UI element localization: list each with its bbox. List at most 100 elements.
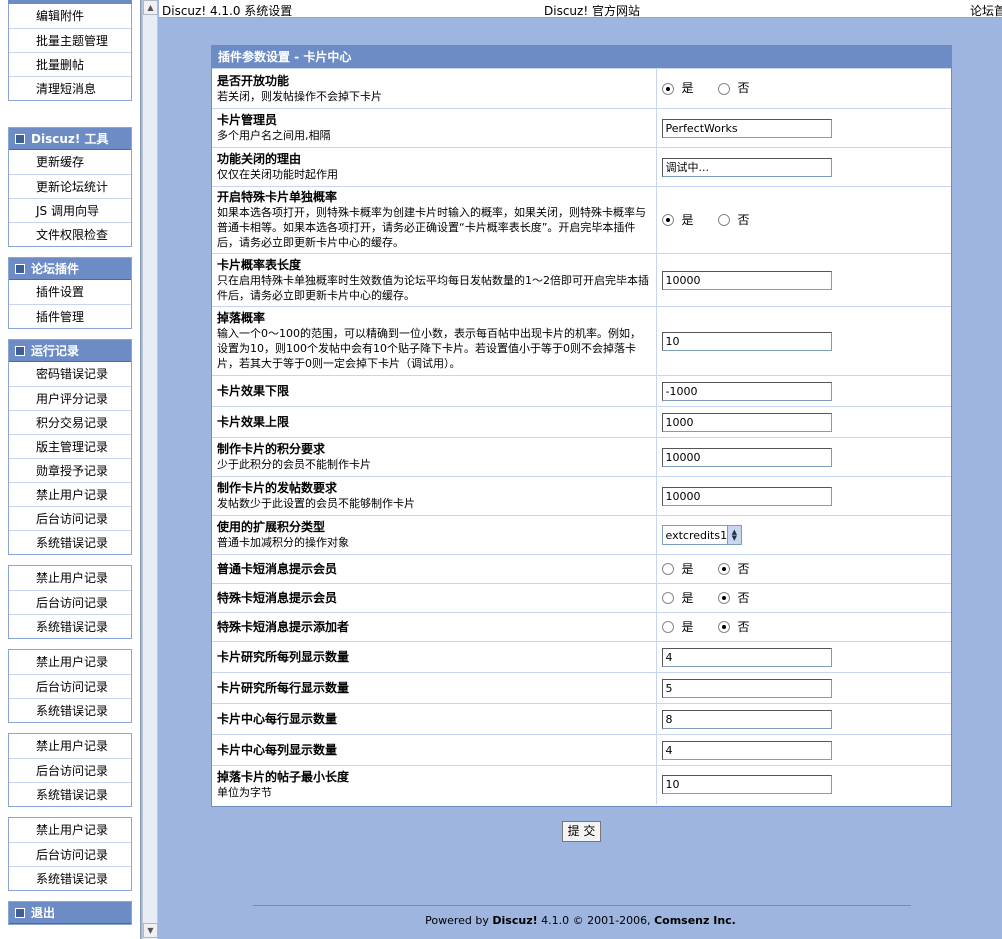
radio-yes[interactable]: 是 xyxy=(661,620,694,635)
menu-group-logout: 退出 xyxy=(8,901,132,925)
setting-title: 特殊卡短消息提示会员 xyxy=(217,590,338,605)
radio-no[interactable]: 否 xyxy=(717,562,750,577)
sidebar-item-clean-pm[interactable]: 清理短消息 xyxy=(9,76,131,100)
sidebar-item-log[interactable]: 禁止用户记录 xyxy=(9,482,131,506)
footer: Powered by Discuz! 4.1.0 © 2001-2006, Co… xyxy=(159,914,1002,927)
make-card-credits-input[interactable] xyxy=(661,447,832,467)
footer-brand: Discuz! xyxy=(492,914,538,927)
scroll-down-icon[interactable]: ▼ xyxy=(143,923,158,938)
sidebar-item-update-cache[interactable]: 更新缓存 xyxy=(9,150,131,174)
card-admin-input[interactable] xyxy=(661,118,832,138)
group-header-tools[interactable]: Discuz! 工具 xyxy=(9,128,131,150)
sidebar-item-log[interactable]: 禁止用户记录 xyxy=(9,566,131,590)
close-reason-input[interactable] xyxy=(661,157,832,177)
menu-group-threads: 编辑附件 批量主题管理 批量删帖 清理短消息 xyxy=(8,4,132,101)
center-per-column-input[interactable] xyxy=(661,740,832,760)
setting-title: 制作卡片的积分要求 xyxy=(217,442,326,456)
radio-no[interactable]: 否 xyxy=(717,81,750,96)
group-title: 论坛插件 xyxy=(31,262,80,276)
system-settings-link[interactable]: Discuz! 4.1.0 系统设置 xyxy=(162,2,292,19)
group-header-logs[interactable]: 运行记录 xyxy=(9,340,131,362)
setting-row: 制作卡片的积分要求 少于此积分的会员不能制作卡片 xyxy=(212,437,951,477)
setting-title: 功能关闭的理由 xyxy=(217,152,302,166)
square-icon xyxy=(15,907,25,918)
probability-table-length-input[interactable] xyxy=(661,270,832,290)
setting-desc: 只在启用特殊卡单独概率时生效数值为论坛平均每日发帖数量的1～2倍即可开启完毕本插… xyxy=(217,273,649,302)
radio-yes[interactable]: 是 xyxy=(661,562,694,577)
group-header-plugins[interactable]: 论坛插件 xyxy=(9,258,131,280)
sidebar-item-log[interactable]: 用户评分记录 xyxy=(9,386,131,410)
lab-per-row-input[interactable] xyxy=(661,678,832,698)
setting-title: 掉落卡片的帖子最小长度 xyxy=(217,769,350,784)
sidebar-item-file-perms[interactable]: 文件权限检查 xyxy=(9,222,131,246)
setting-title: 使用的扩展积分类型 xyxy=(217,520,326,534)
sidebar-item-log[interactable]: 禁止用户记录 xyxy=(9,734,131,758)
panel-title: 插件参数设置 - 卡片中心 xyxy=(212,46,951,68)
sidebar-item-log[interactable]: 勋章授予记录 xyxy=(9,458,131,482)
sidebar-item-log[interactable]: 禁止用户记录 xyxy=(9,818,131,842)
square-icon xyxy=(15,345,25,356)
menu-group-tools: Discuz! 工具 更新缓存 更新论坛统计 JS 调用向导 文件权限检查 xyxy=(8,127,132,247)
credits-type-select[interactable]: extcredits1 ▲ ▼ xyxy=(661,525,742,545)
sidebar-item-batch-thread-manage[interactable]: 批量主题管理 xyxy=(9,28,131,52)
official-site-link[interactable]: Discuz! 官方网站 xyxy=(544,2,640,19)
sidebar-item-batch-delete[interactable]: 批量删帖 xyxy=(9,52,131,76)
drop-probability-input[interactable] xyxy=(661,331,832,351)
make-card-posts-input[interactable] xyxy=(661,486,832,506)
sidebar-item-log[interactable]: 系统错误记录 xyxy=(9,782,131,806)
setting-row: 卡片概率表长度 只在启用特殊卡单独概率时生效数值为论坛平均每日发帖数量的1～2倍即… xyxy=(212,253,951,307)
sidebar-item-log[interactable]: 后台访问记录 xyxy=(9,842,131,866)
setting-desc: 如果本选各项打开，则特殊卡概率为创建卡片时输入的概率，如果关闭，则特殊卡概率与普… xyxy=(217,206,646,249)
sidebar-scrollbar[interactable]: ▲ ▼ xyxy=(142,0,158,939)
setting-title: 制作卡片的发帖数要求 xyxy=(217,481,338,495)
sidebar-item-log[interactable]: 后台访问记录 xyxy=(9,758,131,782)
setting-row: 掉落卡片的帖子最小长度 单位为字节 xyxy=(212,765,951,804)
sidebar-item-update-stats[interactable]: 更新论坛统计 xyxy=(9,174,131,198)
sidebar-item-js-wizard[interactable]: JS 调用向导 xyxy=(9,198,131,222)
radio-yes[interactable]: 是 xyxy=(661,591,694,606)
radio-yes[interactable]: 是 xyxy=(661,213,694,228)
group-title: 退出 xyxy=(31,906,56,920)
menu-group-logs-extra: 禁止用户记录 后台访问记录 系统错误记录 xyxy=(8,649,132,723)
sidebar-item-plugin-manage[interactable]: 插件管理 xyxy=(9,304,131,328)
sidebar-item-plugin-settings[interactable]: 插件设置 xyxy=(9,280,131,304)
radio-no[interactable]: 否 xyxy=(717,213,750,228)
radio-no[interactable]: 否 xyxy=(717,620,750,635)
sidebar-item-log[interactable]: 积分交易记录 xyxy=(9,410,131,434)
submit-button[interactable]: 提 交 xyxy=(562,821,601,842)
setting-title: 卡片研究所每列显示数量 xyxy=(217,649,350,664)
sidebar-item-log[interactable]: 系统错误记录 xyxy=(9,866,131,890)
sidebar-item-log[interactable]: 系统错误记录 xyxy=(9,530,131,554)
forum-home-link[interactable]: 论坛首 xyxy=(970,2,1002,19)
sidebar-item-log[interactable]: 系统错误记录 xyxy=(9,698,131,722)
scroll-up-icon[interactable]: ▲ xyxy=(143,0,158,15)
footer-company: Comsenz Inc. xyxy=(654,914,736,927)
radio-no[interactable]: 否 xyxy=(717,591,750,606)
sidebar-item-log[interactable]: 版主管理记录 xyxy=(9,434,131,458)
sidebar-item-log[interactable]: 系统错误记录 xyxy=(9,614,131,638)
plugin-settings-panel: 插件参数设置 - 卡片中心 是否开放功能 若关闭，则发帖操作不会掉下卡片 是否 卡… xyxy=(211,45,952,807)
logout-button[interactable]: 退出 xyxy=(9,902,131,924)
setting-title: 卡片效果上限 xyxy=(217,414,290,429)
setting-desc: 输入一个0～100的范围，可以精确到一位小数，表示每百帖中出现卡片的机率。例如，… xyxy=(217,327,641,370)
setting-row: 特殊卡短消息提示会员 是 否 xyxy=(212,583,951,613)
sidebar-item-edit-attachments[interactable]: 编辑附件 xyxy=(9,4,131,28)
updown-arrow-icon: ▲ ▼ xyxy=(727,526,741,544)
lab-per-column-input[interactable] xyxy=(661,647,832,667)
min-post-length-input[interactable] xyxy=(661,775,832,795)
center-per-row-input[interactable] xyxy=(661,709,832,729)
radio-yes[interactable]: 是 xyxy=(661,81,694,96)
sidebar-item-log[interactable]: 后台访问记录 xyxy=(9,506,131,530)
effect-min-input[interactable] xyxy=(661,381,832,401)
sidebar-item-log[interactable]: 后台访问记录 xyxy=(9,590,131,614)
setting-title: 卡片概率表长度 xyxy=(217,257,302,272)
square-icon xyxy=(15,133,25,144)
setting-row: 卡片效果下限 xyxy=(212,375,951,407)
sidebar-item-log[interactable]: 密码错误记录 xyxy=(9,362,131,386)
sidebar-item-log[interactable]: 禁止用户记录 xyxy=(9,650,131,674)
footer-divider xyxy=(253,905,911,906)
effect-max-input[interactable] xyxy=(661,412,832,432)
setting-title: 卡片中心每列显示数量 xyxy=(217,742,338,757)
sidebar-item-log[interactable]: 后台访问记录 xyxy=(9,674,131,698)
setting-desc: 单位为字节 xyxy=(217,785,272,799)
